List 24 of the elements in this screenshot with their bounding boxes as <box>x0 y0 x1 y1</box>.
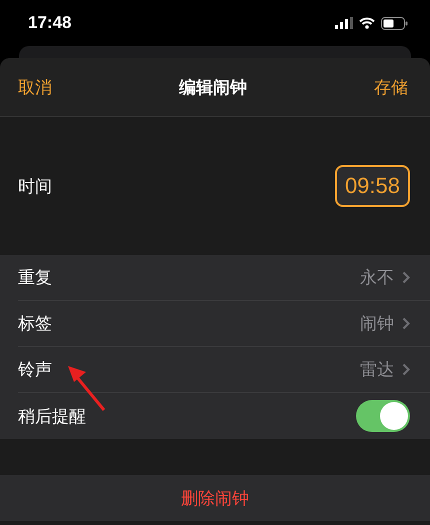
row-label: 重复 <box>18 267 53 289</box>
settings-row[interactable]: 稍后提醒 <box>18 393 430 439</box>
row-value: 闹钟 <box>360 313 394 335</box>
delete-alarm-button[interactable]: 删除闹钟 <box>0 475 430 521</box>
row-label: 铃声 <box>18 359 53 381</box>
time-picker[interactable]: 09:58 <box>334 165 410 207</box>
row-value: 雷达 <box>360 359 394 381</box>
row-value: 永不 <box>360 267 394 289</box>
save-button[interactable]: 存储 <box>374 76 408 98</box>
toggle-switch[interactable] <box>356 400 410 432</box>
signal-icon <box>335 17 353 29</box>
settings-row[interactable]: 重复 永不 <box>18 255 430 301</box>
chevron-icon <box>402 363 410 376</box>
wifi-icon <box>359 17 375 29</box>
cancel-button[interactable]: 取消 <box>18 76 52 98</box>
settings-row[interactable]: 标签 闹钟 <box>18 301 430 347</box>
row-label: 标签 <box>18 313 53 335</box>
chevron-icon <box>402 317 410 330</box>
time-label: 时间 <box>18 176 53 198</box>
chevron-icon <box>402 271 410 284</box>
row-label: 稍后提醒 <box>18 406 87 428</box>
sheet-title: 编辑闹钟 <box>178 76 248 98</box>
battery-icon <box>381 16 408 30</box>
status-time: 17:48 <box>28 13 72 33</box>
